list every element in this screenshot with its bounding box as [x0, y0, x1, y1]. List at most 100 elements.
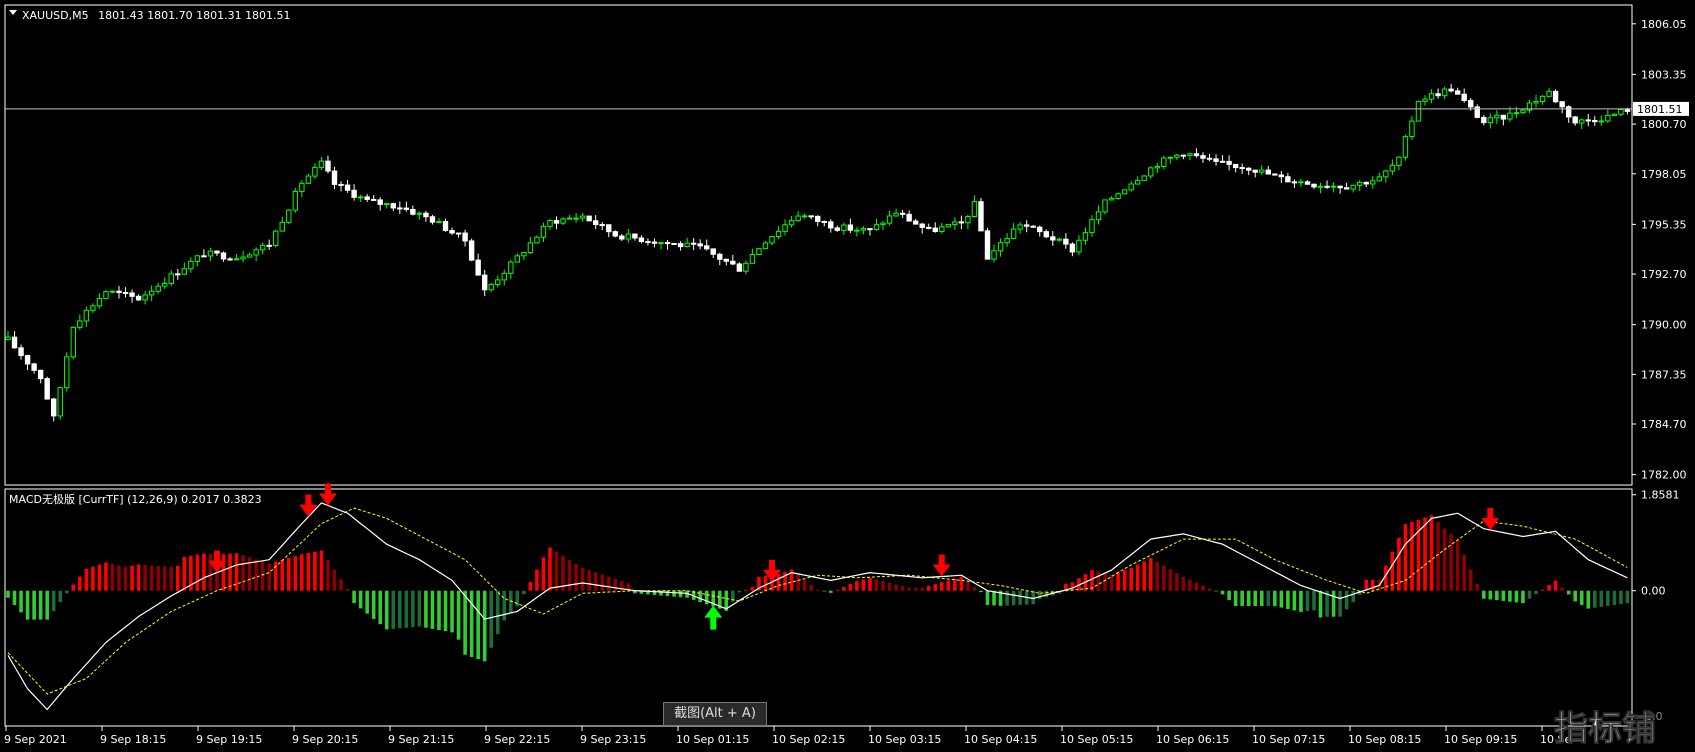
- histogram-bar: [1181, 576, 1186, 591]
- candle-body: [1500, 114, 1507, 120]
- price-tick-label: 1803.35: [1641, 68, 1687, 81]
- candle-body: [364, 196, 370, 200]
- price-tick-label: 1800.70: [1641, 118, 1687, 131]
- histogram-bar: [881, 581, 885, 591]
- candle-body: [1141, 175, 1147, 181]
- candle-body: [51, 398, 57, 417]
- candle-body: [873, 224, 880, 231]
- histogram-bar: [19, 590, 23, 613]
- histogram-bar: [365, 590, 369, 614]
- histogram-bar: [84, 568, 89, 591]
- chart-window[interactable]: 1801.51 1806.05 1803.35 1800.70 1798.05 1795…: [0, 0, 1695, 752]
- candle-body: [599, 224, 605, 227]
- histogram-bar: [306, 552, 311, 591]
- histogram-bar: [71, 584, 76, 591]
- indicator-panel[interactable]: [4, 488, 1633, 727]
- main-chart-panel[interactable]: [4, 4, 1633, 486]
- candle-body: [325, 160, 331, 172]
- histogram-bar: [554, 551, 559, 591]
- candle-body: [377, 199, 383, 205]
- candle-body: [808, 215, 814, 218]
- candle-body: [305, 175, 312, 184]
- candle-body: [899, 212, 906, 215]
- histogram-bar: [1586, 590, 1591, 609]
- histogram-bar: [78, 576, 82, 591]
- candle-body: [129, 292, 135, 297]
- histogram-bar: [1540, 589, 1545, 591]
- candle-body: [286, 209, 292, 223]
- histogram-bar: [143, 564, 147, 591]
- candle-body: [978, 201, 984, 232]
- candle-body: [148, 290, 155, 296]
- price-tick-label: 1784.70: [1641, 418, 1687, 431]
- histogram-bar: [32, 590, 36, 620]
- candle-body: [83, 309, 90, 322]
- candle-body: [1252, 169, 1258, 173]
- histogram-bar: [371, 590, 376, 619]
- candle-body: [188, 260, 194, 270]
- candle-body: [1572, 116, 1578, 124]
- histogram-bar: [476, 590, 480, 660]
- histogram-bar: [450, 590, 454, 633]
- histogram-bar: [1096, 571, 1101, 591]
- histogram-bar: [1370, 579, 1375, 591]
- candle-body: [370, 198, 377, 201]
- histogram-bar: [162, 566, 167, 591]
- candle-body: [932, 227, 938, 232]
- candle-body: [116, 290, 122, 294]
- histogram-bar: [776, 574, 781, 591]
- candle-body: [704, 245, 710, 250]
- candle-body: [501, 272, 507, 281]
- candle-body: [508, 261, 514, 274]
- candle-body: [259, 244, 266, 251]
- candle-body: [5, 336, 11, 341]
- histogram-bar: [1592, 590, 1597, 608]
- histogram-bar: [1233, 590, 1238, 607]
- candle-body: [1291, 181, 1298, 184]
- histogram-bar: [933, 584, 938, 591]
- time-tick-label: 9 Sep 19:15: [196, 733, 262, 746]
- time-tick-label: 9 Sep 23:15: [580, 733, 646, 746]
- candle-body: [423, 212, 429, 218]
- candle-body: [893, 212, 899, 217]
- candle-body: [1285, 176, 1291, 183]
- candle-body: [429, 216, 436, 223]
- candle-body: [886, 215, 893, 224]
- candle-body: [586, 215, 592, 222]
- histogram-bar: [802, 579, 807, 591]
- candle-body: [240, 256, 246, 260]
- candle-body: [1121, 189, 1128, 195]
- histogram-bar: [1514, 590, 1519, 603]
- candle-body: [828, 221, 834, 229]
- histogram-bar: [12, 590, 17, 606]
- candle-body: [534, 236, 540, 244]
- candle-body: [1317, 185, 1324, 188]
- histogram-bar: [946, 580, 951, 591]
- candle-body: [246, 254, 253, 258]
- candle-body: [749, 254, 756, 264]
- ohlc-values: 1801.43 1801.70 1801.31 1801.51: [98, 9, 290, 22]
- histogram-bar: [1240, 590, 1244, 607]
- histogram-bar: [1455, 540, 1460, 591]
- candle-body: [1592, 119, 1598, 123]
- histogram-bar: [339, 579, 343, 591]
- histogram-bar: [678, 590, 683, 598]
- histogram-bar: [750, 587, 755, 591]
- candle-body: [965, 215, 971, 224]
- chart-canvas[interactable]: 1801.51 1806.05 1803.35 1800.70 1798.05 1795…: [0, 0, 1695, 752]
- histogram-bar: [384, 590, 389, 630]
- histogram-bar: [1005, 590, 1009, 606]
- histogram-bar: [985, 590, 990, 606]
- histogram-bar: [267, 563, 271, 591]
- histogram-bar: [280, 559, 285, 591]
- candle-body: [723, 258, 729, 262]
- candle-body: [11, 336, 18, 349]
- histogram-bar: [208, 554, 213, 591]
- candle-body: [1115, 193, 1121, 199]
- candle-body: [181, 268, 188, 275]
- candle-body: [815, 215, 821, 222]
- histogram-bar: [91, 566, 95, 591]
- candle-body: [1226, 160, 1232, 165]
- candle-body: [527, 242, 534, 254]
- candle-body: [1108, 197, 1115, 201]
